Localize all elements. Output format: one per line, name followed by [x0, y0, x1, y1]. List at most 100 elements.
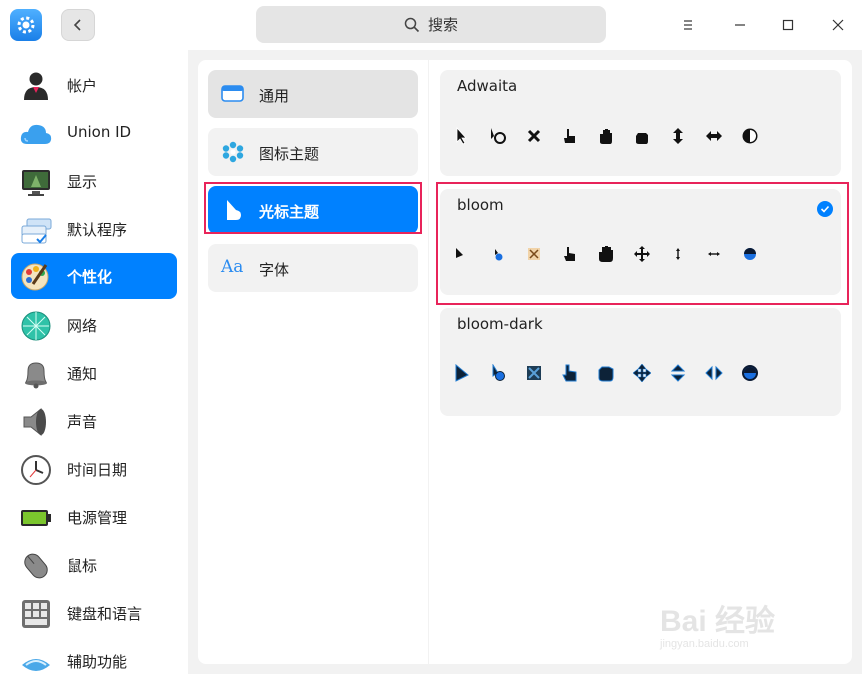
sidebar-item-power[interactable]: 电源管理 — [11, 494, 177, 540]
title-bar: 搜索 — [0, 0, 862, 50]
wait-cursor-icon — [742, 365, 758, 381]
sidebar-item-notification[interactable]: 通知 — [11, 350, 177, 396]
category-label: 字体 — [259, 261, 290, 279]
open-hand-cursor-icon — [599, 246, 613, 262]
category-general[interactable]: 通用 — [208, 70, 418, 118]
sidebar-item-label: 显示 — [67, 173, 98, 191]
open-hand-cursor-icon — [600, 129, 612, 144]
busy-cursor-icon — [492, 364, 505, 381]
category-cursor-theme[interactable]: 光标主题 — [208, 186, 418, 234]
sidebar-item-label: 时间日期 — [67, 461, 128, 479]
speaker-icon — [23, 407, 46, 437]
sidebar: 帐户 Union ID 显示 默认程序 个性化 网络 通知 声音 时间日期 电源… — [0, 50, 188, 674]
grab-hand-cursor-icon — [598, 366, 614, 382]
mouse-icon — [24, 553, 48, 579]
icon-theme-icon — [222, 141, 244, 163]
theme-card-bloom[interactable]: bloom — [440, 189, 841, 295]
account-icon — [24, 72, 48, 100]
checkmark-icon — [817, 201, 833, 217]
watermark-url: jingyan.baidu.com — [660, 638, 749, 650]
network-icon — [21, 311, 51, 341]
grab-hand-cursor-icon — [636, 133, 648, 144]
sidebar-item-personalization[interactable]: 个性化 — [11, 253, 177, 299]
category-label: 通用 — [259, 87, 290, 105]
menu-button[interactable] — [676, 13, 700, 37]
theme-name: bloom — [457, 196, 504, 214]
cursor-preview-row — [453, 127, 759, 145]
pointer-hand-cursor-icon — [562, 364, 577, 382]
theme-card-bloom-dark[interactable]: bloom-dark — [440, 308, 841, 416]
busy-cursor-icon — [491, 128, 506, 144]
watermark: Bai 经验 jingyan.baidu.com — [660, 578, 820, 658]
search-icon — [404, 17, 420, 32]
sidebar-item-union-id[interactable]: Union ID — [11, 110, 177, 156]
sidebar-item-label: Union ID — [67, 123, 132, 141]
category-label: 图标主题 — [259, 145, 320, 163]
pointer-hand-cursor-icon — [564, 247, 575, 261]
settings-app-icon[interactable] — [10, 9, 42, 41]
x-cursor-icon — [528, 248, 540, 260]
minimize-button[interactable] — [728, 13, 752, 37]
default-apps-icon — [21, 218, 52, 244]
x-cursor-icon — [527, 129, 541, 143]
wait-cursor-icon — [742, 128, 758, 144]
back-button[interactable] — [61, 9, 95, 41]
personalization-icon — [21, 263, 49, 291]
resize-vertical-cursor-icon — [676, 248, 680, 260]
category-font[interactable]: Aa 字体 — [208, 244, 418, 292]
maximize-button[interactable] — [776, 13, 800, 37]
maximize-icon — [782, 19, 794, 31]
theme-name: bloom-dark — [457, 315, 543, 333]
wait-cursor-icon — [744, 248, 756, 260]
sidebar-item-label: 声音 — [67, 413, 98, 431]
theme-card-adwaita[interactable]: Adwaita — [440, 70, 841, 176]
clock-icon — [21, 455, 51, 485]
sidebar-item-datetime[interactable]: 时间日期 — [11, 446, 177, 492]
resize-horizontal-cursor-icon — [708, 252, 720, 256]
bell-icon — [25, 362, 47, 389]
close-button[interactable] — [826, 13, 850, 37]
sidebar-item-label: 帐户 — [67, 77, 98, 95]
sidebar-item-label: 鼠标 — [67, 557, 98, 575]
cursor-preview-row — [453, 364, 759, 382]
sidebar-item-label: 个性化 — [67, 268, 113, 286]
busy-cursor-icon — [495, 249, 503, 261]
x-cursor-icon — [527, 366, 541, 380]
menu-icon — [684, 20, 692, 30]
sidebar-item-label: 电源管理 — [67, 509, 128, 527]
move-cursor-icon — [634, 246, 650, 262]
resize-horizontal-cursor-icon — [706, 131, 722, 141]
sidebar-item-accessibility[interactable]: 辅助功能 — [11, 638, 177, 674]
minimize-icon — [735, 24, 745, 26]
cursor-theme-icon — [227, 200, 241, 220]
sidebar-item-mouse[interactable]: 鼠标 — [11, 542, 177, 588]
sidebar-item-label: 键盘和语言 — [67, 605, 143, 623]
sidebar-item-default-apps[interactable]: 默认程序 — [11, 206, 177, 252]
sidebar-item-network[interactable]: 网络 — [11, 302, 177, 348]
font-icon: Aa — [221, 257, 244, 277]
close-icon — [832, 19, 844, 31]
category-label: 光标主题 — [259, 203, 320, 221]
move-cursor-icon — [633, 364, 651, 382]
resize-horizontal-cursor-icon — [705, 365, 723, 381]
sidebar-item-keyboard[interactable]: 键盘和语言 — [11, 590, 177, 636]
sidebar-item-label: 网络 — [67, 317, 98, 335]
sidebar-item-label: 辅助功能 — [67, 653, 128, 671]
battery-icon — [21, 510, 51, 526]
sidebar-item-sound[interactable]: 声音 — [11, 398, 177, 444]
category-icon-theme[interactable]: 图标主题 — [208, 128, 418, 176]
search-input[interactable]: 搜索 — [256, 6, 606, 43]
watermark-logo-text: Bai 经验 — [660, 605, 776, 638]
search-placeholder: 搜索 — [427, 16, 458, 34]
theme-name: Adwaita — [457, 77, 518, 95]
sidebar-item-display[interactable]: 显示 — [11, 158, 177, 204]
sidebar-item-account[interactable]: 帐户 — [11, 62, 177, 108]
arrow-cursor-icon — [456, 248, 463, 258]
accessibility-icon — [22, 659, 50, 671]
keyboard-icon — [22, 600, 50, 628]
resize-vertical-cursor-icon — [670, 364, 686, 382]
pointer-hand-cursor-icon — [564, 129, 575, 143]
arrow-cursor-icon — [456, 127, 467, 145]
display-icon — [22, 170, 50, 196]
sidebar-item-label: 默认程序 — [67, 221, 128, 239]
